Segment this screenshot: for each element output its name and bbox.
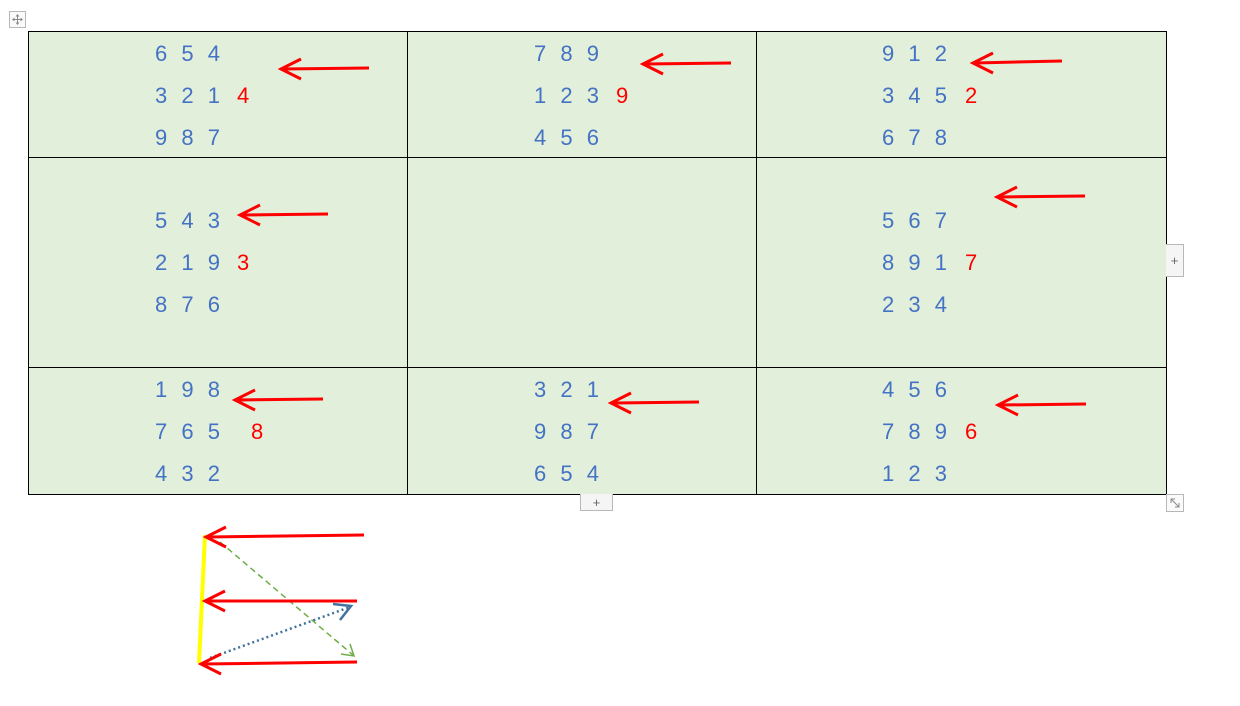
red-arrow-top [202, 525, 365, 549]
cell-r3c3[interactable]: 4 5 6 7 8 9 1 2 3 6 [756, 367, 1167, 495]
move-icon [12, 14, 23, 25]
table-row: 1 9 8 7 6 5 4 3 2 8 3 2 1 9 8 7 6 5 4 4 … [28, 367, 1167, 495]
table-move-handle[interactable] [9, 11, 26, 28]
blue-dotted-arrow [209, 602, 354, 660]
left-arrow-icon [231, 388, 324, 412]
table-row: 5 4 3 2 1 9 8 7 6 3 5 6 7 8 9 1 2 3 4 7 [28, 157, 1167, 368]
cell-r1c3[interactable]: 9 1 2 3 4 5 6 7 8 2 [756, 31, 1167, 158]
cell-r2c2-empty[interactable] [407, 157, 757, 368]
cell-r1c2[interactable]: 7 8 9 1 2 3 4 5 6 9 [407, 31, 757, 158]
puzzle-table: 6 5 4 3 2 1 9 8 7 4 7 8 9 1 2 3 4 5 6 9 [28, 31, 1167, 495]
left-arrow-icon [236, 203, 329, 227]
green-dashed-arrow [219, 541, 356, 657]
add-column-button[interactable]: + [1166, 244, 1184, 277]
left-arrow-icon [639, 52, 732, 76]
cell-r3c2[interactable]: 3 2 1 9 8 7 6 5 4 [407, 367, 757, 495]
red-arrow-middle [201, 589, 357, 613]
left-arrow-icon [607, 391, 700, 415]
left-arrow-icon [993, 185, 1086, 209]
left-arrow-icon [277, 57, 370, 81]
left-arrow-icon [969, 51, 1063, 75]
table-resize-handle[interactable] [1166, 494, 1184, 512]
left-arrow-icon [994, 393, 1087, 417]
add-row-button[interactable]: + [580, 494, 613, 511]
red-arrow-bottom [197, 652, 358, 676]
resize-icon [1170, 498, 1180, 508]
cell-r2c1[interactable]: 5 4 3 2 1 9 8 7 6 3 [28, 157, 408, 368]
table-row: 6 5 4 3 2 1 9 8 7 4 7 8 9 1 2 3 4 5 6 9 [28, 31, 1167, 158]
cell-r3c1[interactable]: 1 9 8 7 6 5 4 3 2 8 [28, 367, 408, 495]
cell-r1c1[interactable]: 6 5 4 3 2 1 9 8 7 4 [28, 31, 408, 158]
yellow-vertical-line [197, 534, 207, 664]
cell-r2c3[interactable]: 5 6 7 8 9 1 2 3 4 7 [756, 157, 1167, 368]
